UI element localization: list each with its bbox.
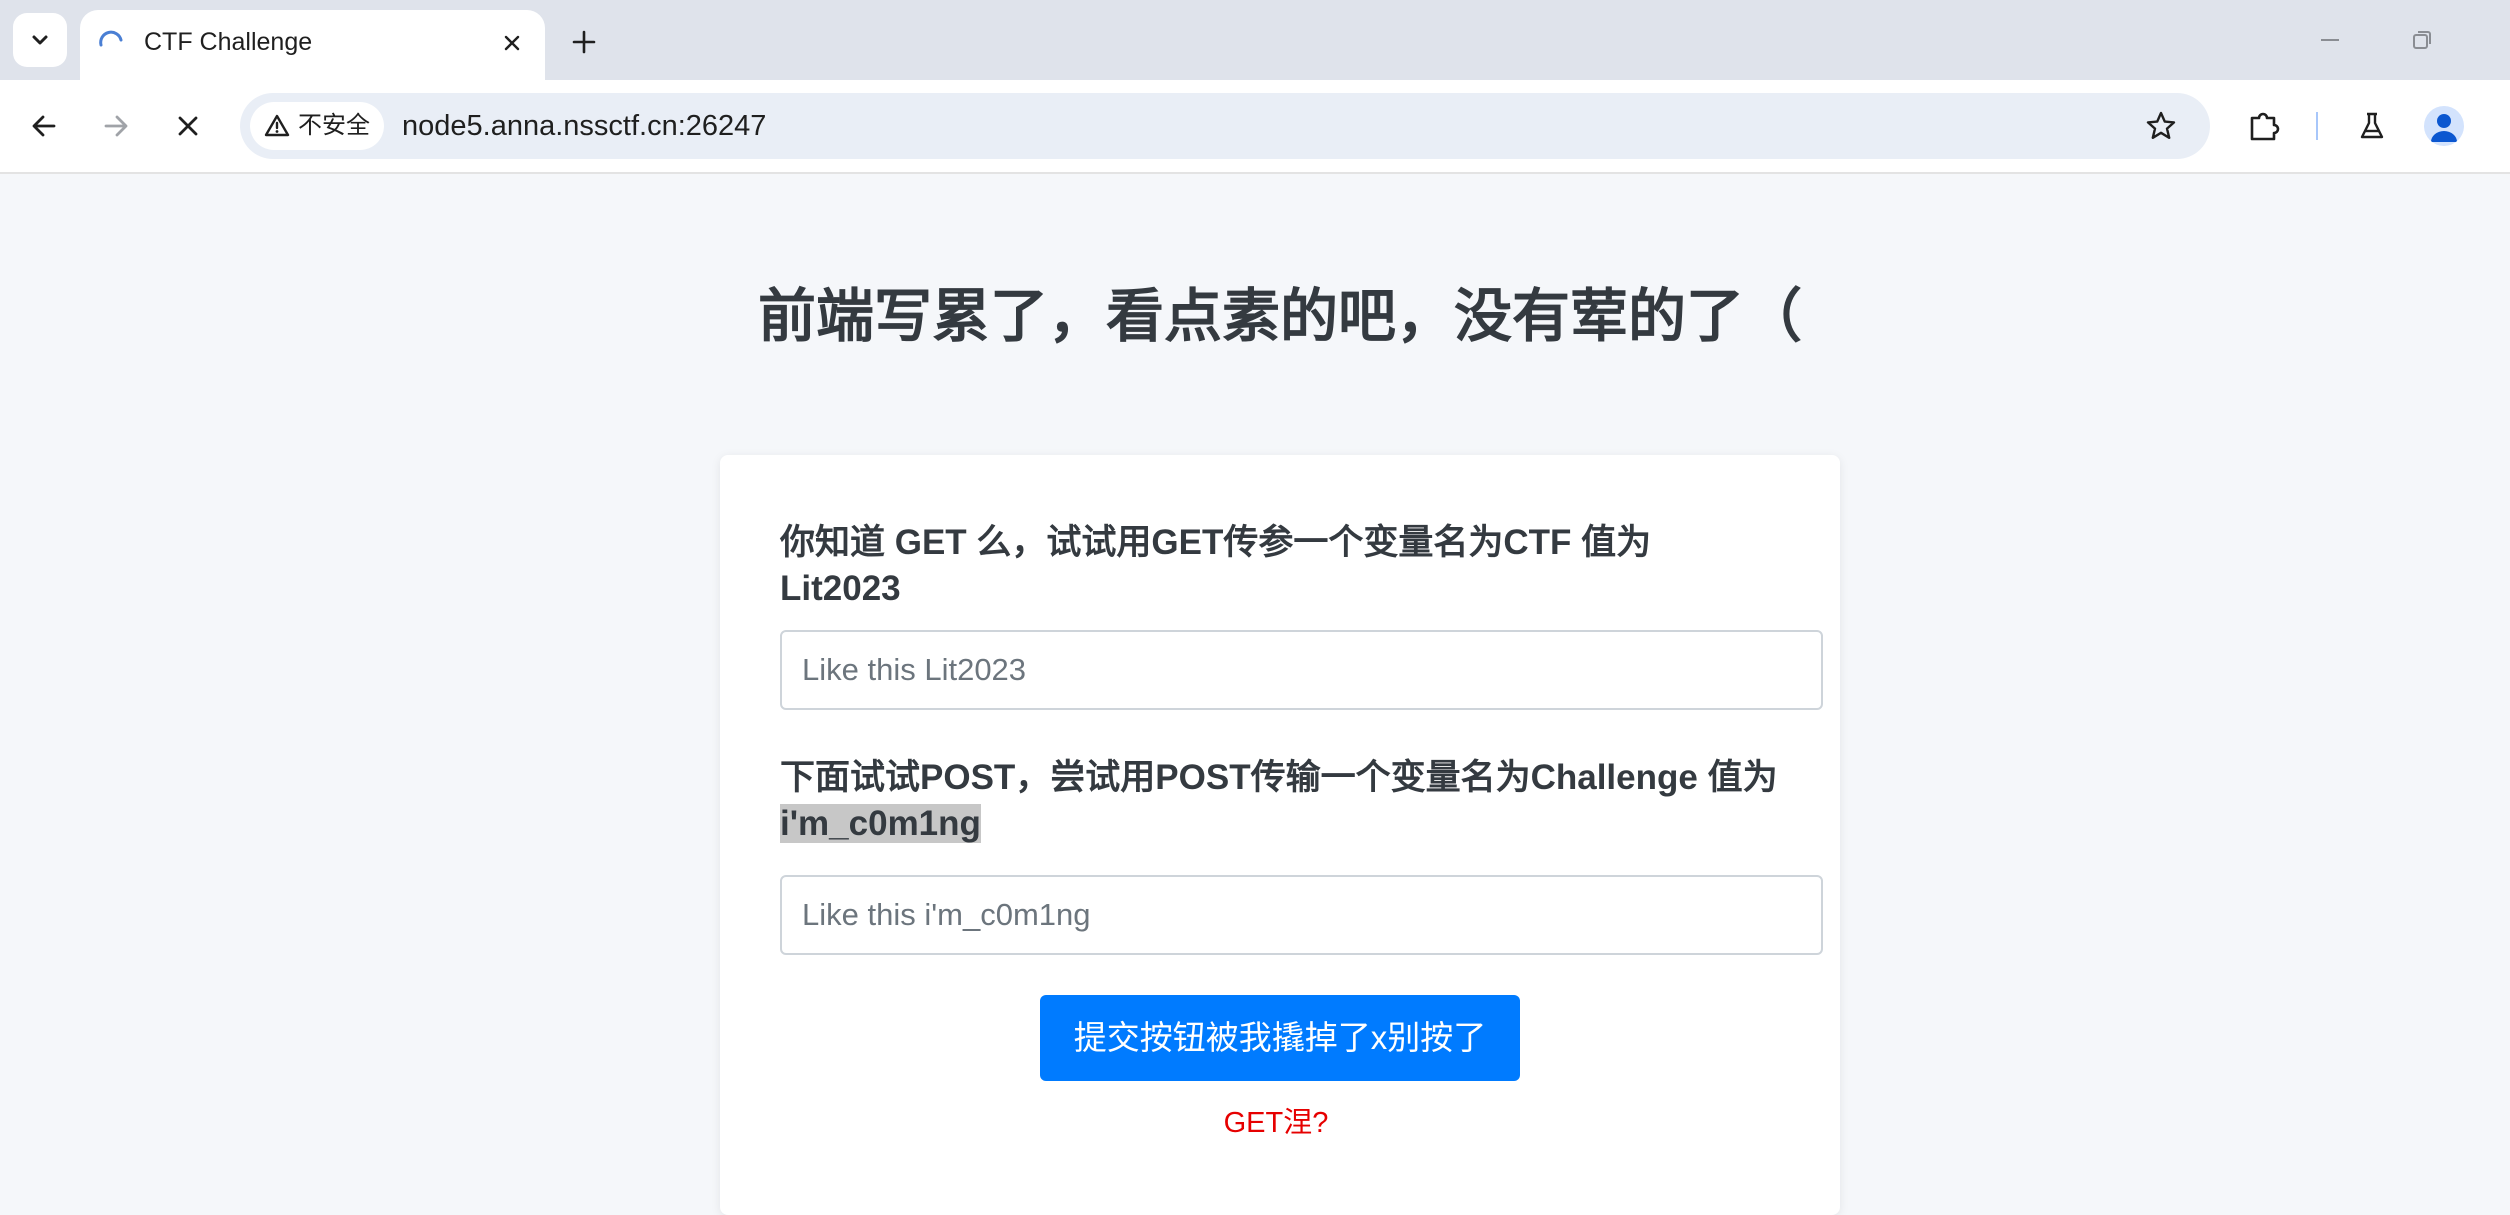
back-button[interactable]: [20, 102, 68, 150]
tab-list-icon: [32, 35, 48, 45]
status-message: GET涅?: [1223, 1107, 1329, 1139]
back-arrow-icon: [32, 115, 56, 137]
security-indicator[interactable]: 不安全: [250, 102, 384, 150]
stop-icon: [178, 116, 198, 136]
profile-avatar-icon: [2431, 114, 2457, 142]
active-tab[interactable]: CTF Challenge: [80, 10, 545, 80]
labs-flask-icon: [2360, 112, 2384, 139]
security-label: 不安全: [298, 112, 370, 139]
toolbar-separator: [2316, 112, 2318, 140]
warning-icon: [264, 114, 290, 137]
challenge-post-input[interactable]: [780, 875, 1823, 955]
minimize-button[interactable]: [2308, 18, 2352, 62]
restore-button[interactable]: [2400, 18, 2444, 62]
bookmark-button[interactable]: [2140, 105, 2182, 147]
post-prompt-label: 下面试试POST，尝试用POST传输一个变量名为Challenge 值为 i'm…: [780, 755, 1780, 847]
forward-arrow-icon: [104, 115, 128, 137]
page-heading: 前端写累了，看点素的吧，没有荤的了（: [757, 284, 1802, 349]
tab-close-button[interactable]: [494, 25, 530, 61]
star-icon: [2146, 111, 2176, 139]
labs-button[interactable]: [2348, 102, 2396, 150]
loading-spinner-icon: [99, 30, 123, 47]
challenge-card: 你知道 GET 么，试试用GET传参一个变量名为CTF 值为 Lit2023 下…: [720, 455, 1840, 1215]
post-value-highlight: i'm_c0m1ng: [780, 804, 981, 843]
profile-button[interactable]: [2424, 106, 2464, 146]
ctf-get-input[interactable]: [780, 630, 1823, 710]
plus-icon: [572, 30, 596, 54]
tab-strip: CTF Challenge: [0, 0, 2510, 80]
new-tab-button[interactable]: [562, 20, 606, 64]
close-icon: [504, 35, 520, 51]
tab-title: CTF Challenge: [144, 28, 313, 56]
url-text[interactable]: node5.anna.nssctf.cn:26247: [402, 110, 766, 142]
stop-loading-button[interactable]: [164, 102, 212, 150]
post-prompt-text: 下面试试POST，尝试用POST传输一个变量名为Challenge 值为: [780, 758, 1778, 797]
browser-toolbar: 不安全 node5.anna.nssctf.cn:26247: [0, 80, 2510, 174]
address-bar[interactable]: 不安全 node5.anna.nssctf.cn:26247: [240, 93, 2210, 159]
extensions-icon: [2250, 112, 2280, 141]
restore-icon: [2413, 31, 2431, 49]
minimize-icon: [2321, 39, 2339, 41]
submit-button[interactable]: 提交按钮被我撬掉了x别按了: [1040, 995, 1520, 1081]
tab-search-button[interactable]: [13, 13, 67, 67]
get-prompt-label: 你知道 GET 么，试试用GET传参一个变量名为CTF 值为 Lit2023: [780, 523, 1652, 608]
forward-button[interactable]: [92, 102, 140, 150]
extensions-button[interactable]: [2240, 102, 2288, 150]
